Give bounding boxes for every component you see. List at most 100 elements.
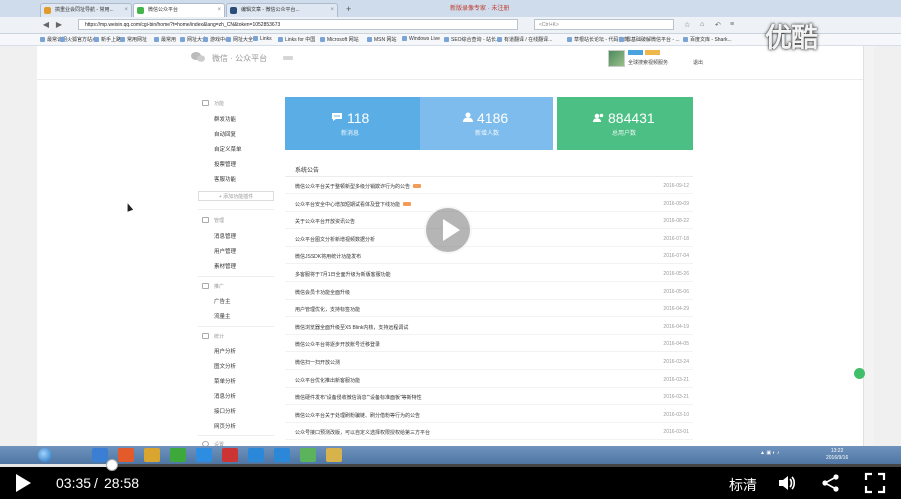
undo-icon[interactable]: ↶ [715, 21, 721, 29]
bookmark-item[interactable]: 百度文库 - Shark... [683, 36, 732, 43]
notice-row[interactable]: 公众平台图文分析新增视频数据分析 2016-07-18 [285, 230, 693, 247]
notice-row[interactable]: 公众平台优化推出新客服功能 2016-03-21 [285, 371, 693, 388]
taskbar-app-icon[interactable] [326, 448, 342, 462]
taskbar-app-icon[interactable] [144, 448, 160, 462]
sidebar-item-vote[interactable]: 投票管理 [214, 160, 236, 168]
notice-row[interactable]: 微信扫一扫开放公测 2016-03-24 [285, 353, 693, 370]
taskbar-app-icon[interactable] [196, 448, 212, 462]
taskbar-app-icon[interactable] [300, 448, 316, 462]
notice-title[interactable]: 微信会员卡功能全面升级 [295, 289, 350, 296]
sidebar-item-materials[interactable]: 素材管理 [214, 262, 236, 270]
progress-thumb[interactable] [105, 459, 118, 471]
menu-icon[interactable]: ≡ [730, 21, 734, 28]
notice-row[interactable]: 微信公众平台将逐步开放账号迁移登录 2016-04-05 [285, 335, 693, 353]
sidebar-item-messages[interactable]: 消息管理 [214, 232, 236, 240]
video-play-overlay-button[interactable] [424, 206, 472, 254]
notice-title[interactable]: 微信扫一扫开放公测 [295, 359, 340, 366]
back-icon[interactable]: ◀ [41, 20, 51, 30]
address-bar[interactable]: https://mp.weixin.qq.com/cgi-bin/home?t=… [78, 19, 518, 30]
new-tab-button[interactable]: + [346, 3, 351, 15]
notice-title[interactable]: 用户管理优化，支持标签功能 [295, 306, 360, 313]
bookmark-item[interactable]: Links for 中国 [278, 36, 315, 43]
notice-row[interactable]: 微信硬件发布“设备侵收微信消息”“设备标准面板”等新特性 2016-03-21 [285, 388, 693, 406]
sidebar-item-advertiser[interactable]: 广告主 [214, 297, 231, 305]
tab-hao-navigation[interactable]: 搞重业会同址导航 - 常用... × [40, 3, 132, 17]
bookmark-item[interactable]: 有道翻译 / 在线翻译... [497, 36, 552, 43]
notice-row[interactable]: 用户管理优化，支持标签功能 2016-04-29 [285, 300, 693, 318]
taskbar-app-icon[interactable] [274, 448, 290, 462]
notice-title[interactable]: 微信浏览器全面升级至X5 Blink内核，支持远程调试 [295, 324, 408, 331]
sidebar-item-article-analysis[interactable]: 图文分析 [214, 362, 236, 370]
taskbar-app-icon[interactable] [170, 448, 186, 462]
taskbar-app-icon[interactable] [222, 448, 238, 462]
bookmark-item[interactable]: 常用网址 [120, 36, 147, 43]
sidebar-item-api-analysis[interactable]: 接口分析 [214, 407, 236, 415]
search-input[interactable]: <Ctrl+K> [534, 19, 674, 30]
progress-bar[interactable] [0, 459, 901, 471]
add-plugin-button[interactable]: + 添加功能插件 [198, 191, 274, 201]
notice-title[interactable]: 关于公众平台开放资讯公告 [295, 218, 355, 225]
sidebar-item-custom-menu[interactable]: 自定义菜单 [214, 145, 242, 153]
sidebar-item-web-analysis[interactable]: 网页分析 [214, 422, 236, 430]
close-icon[interactable]: × [124, 4, 128, 17]
bookmark-item[interactable]: 最常用 [154, 36, 176, 43]
bookmark-item[interactable]: Windows Live [402, 36, 440, 42]
notice-row[interactable]: 微信浏览器全面升级至X5 Blink内核，支持远程调试 2016-04-19 [285, 318, 693, 335]
bookmark-item[interactable]: 火狐官方站点 [60, 36, 97, 43]
avatar[interactable] [608, 50, 625, 67]
sidebar-item-user-analysis[interactable]: 用户分析 [214, 347, 236, 355]
sidebar-item-publisher[interactable]: 流量主 [214, 312, 231, 320]
share-icon[interactable] [820, 472, 842, 494]
notice-title[interactable]: 公众平台优化推出新客服功能 [295, 377, 360, 384]
taskbar-app-icon[interactable] [92, 448, 108, 462]
page-scrollbar[interactable] [863, 46, 874, 446]
notice-title[interactable]: 微信公众平台将逐步开放账号迁移登录 [295, 341, 380, 348]
star-icon[interactable]: ☆ [684, 21, 690, 29]
notice-title[interactable]: 公众平台安全中心增加短期试看体及登下线功能 [295, 201, 412, 208]
notice-title[interactable]: 公众号接口预测改版，可以自定义选择权限授权给第三方平台 [295, 429, 430, 436]
fullscreen-icon[interactable] [864, 472, 886, 494]
close-icon[interactable]: × [330, 4, 334, 17]
stat-card-new-followers[interactable]: 4186 新增人数 [420, 97, 553, 150]
account-name[interactable]: 全球搜索视频服务 [628, 59, 668, 66]
notice-title[interactable]: 微信公众平台关于处理刷粉骗链、刷分借粉等行为的公告 [295, 412, 420, 419]
start-button[interactable] [38, 448, 52, 462]
notice-title[interactable]: 公众平台图文分析新增视频数据分析 [295, 236, 375, 243]
stat-card-total-users[interactable]: 884431 总用户数 [557, 97, 693, 150]
logout-link[interactable]: 退出 [693, 59, 703, 66]
quality-selector[interactable]: 标清 [729, 475, 757, 495]
sidebar-item-mass-send[interactable]: 群发功能 [214, 115, 236, 123]
bookmark-item[interactable]: SEO综合查询 - 站长... [444, 36, 500, 43]
bookmark-item[interactable]: Links [253, 36, 272, 42]
taskbar-app-icon[interactable] [248, 448, 264, 462]
bookmark-item[interactable]: MSN 网站 [367, 36, 397, 43]
bookmark-item[interactable]: 网址大全 [226, 36, 253, 43]
sidebar-item-users[interactable]: 用户管理 [214, 247, 236, 255]
bookmark-item[interactable]: 新手上路 [94, 36, 121, 43]
sidebar-item-message-analysis[interactable]: 消息分析 [214, 392, 236, 400]
notice-row[interactable]: 微信公众平台关于整顿新型多级分销欺诈行为的公告 2016-09-12 [285, 177, 693, 194]
notice-title[interactable]: 微信硬件发布“设备侵收微信消息”“设备标准面板”等新特性 [295, 394, 422, 401]
tab-weixin-platform[interactable]: 微信公众平台 × [133, 3, 225, 17]
notice-title[interactable]: 微信公众平台关于整顿新型多级分销欺诈行为的公告 [295, 183, 422, 190]
home-icon[interactable]: ⌂ [700, 21, 704, 28]
play-button[interactable] [16, 474, 31, 492]
bookmark-item[interactable]: Microsoft 网站 [320, 36, 359, 43]
notice-row[interactable]: 微信公众平台关于处理刷粉骗链、刷分借粉等行为的公告 2016-03-10 [285, 406, 693, 423]
notice-row[interactable]: 微信会员卡功能全面升级 2016-05-06 [285, 283, 693, 300]
notice-title[interactable]: 微信JSSDK将用统计功能发布 [295, 253, 361, 260]
taskbar-app-icon[interactable] [118, 448, 134, 462]
close-icon[interactable]: × [217, 4, 221, 17]
sidebar-item-menu-analysis[interactable]: 菜单分析 [214, 377, 236, 385]
notice-row[interactable]: 公众号接口预测改版，可以自定义选择权限授权给第三方平台 2016-03-01 [285, 423, 693, 441]
volume-icon[interactable] [776, 472, 798, 494]
notice-row[interactable]: 微信JSSDK将用统计功能发布 2016-07-04 [285, 247, 693, 265]
notice-row[interactable]: 公众平台安全中心增加短期试看体及登下线功能 2016-09-09 [285, 195, 693, 212]
notice-row[interactable]: 多客服将于7月1日全面升级为新版客服功能 2016-05-26 [285, 265, 693, 282]
taskbar-clock[interactable]: 13:22 2016/9/16 [826, 448, 848, 462]
bookmark-item[interactable]: 零基础破解微信平台 - ... [619, 36, 680, 43]
notice-title[interactable]: 多客服将于7月1日全面升级为新版客服功能 [295, 271, 391, 278]
floating-help-button[interactable] [854, 368, 865, 379]
tab-edit-article[interactable]: 编辑文章 - 微信公众平台... × [226, 3, 338, 17]
notice-row[interactable]: 关于公众平台开放资讯公告 2016-08-22 [285, 212, 693, 230]
